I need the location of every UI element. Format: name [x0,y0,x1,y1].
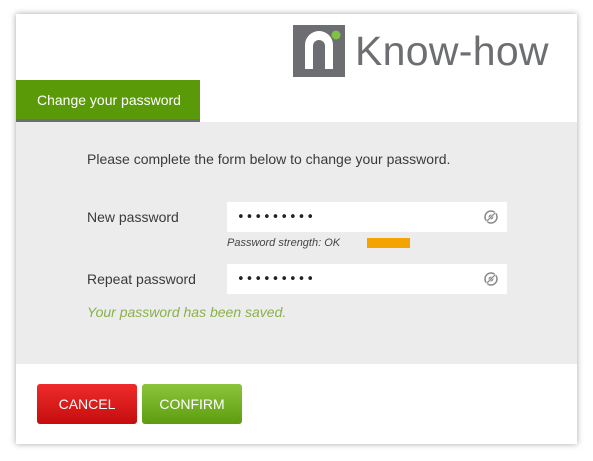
new-password-field[interactable] [227,202,507,232]
reveal-password-icon[interactable] [483,209,499,225]
repeat-password-input[interactable] [227,264,477,294]
form-panel: Please complete the form below to change… [16,122,577,364]
repeat-password-label: Repeat password [87,271,196,287]
tab-change-password[interactable]: Change your password [16,80,200,122]
change-password-dialog: Know-how Change your password Please com… [16,14,577,444]
password-strength-meter [367,238,439,248]
cancel-button[interactable]: CANCEL [37,384,137,424]
password-strength-text: Password strength: OK [227,237,341,249]
form-intro-text: Please complete the form below to change… [87,151,451,167]
password-strength-fill [367,238,411,248]
n-dot-logo-icon [293,25,345,77]
new-password-label: New password [87,209,179,225]
confirm-button[interactable]: CONFIRM [142,384,242,424]
dialog-header: Know-how Change your password [16,14,577,122]
brand-logo: Know-how [293,25,549,77]
repeat-password-field[interactable] [227,264,507,294]
password-saved-message: Your password has been saved. [87,304,287,320]
new-password-input[interactable] [227,202,477,232]
reveal-password-icon[interactable] [483,271,499,287]
brand-name: Know-how [355,27,549,74]
dialog-footer: CANCEL CONFIRM [16,364,577,444]
